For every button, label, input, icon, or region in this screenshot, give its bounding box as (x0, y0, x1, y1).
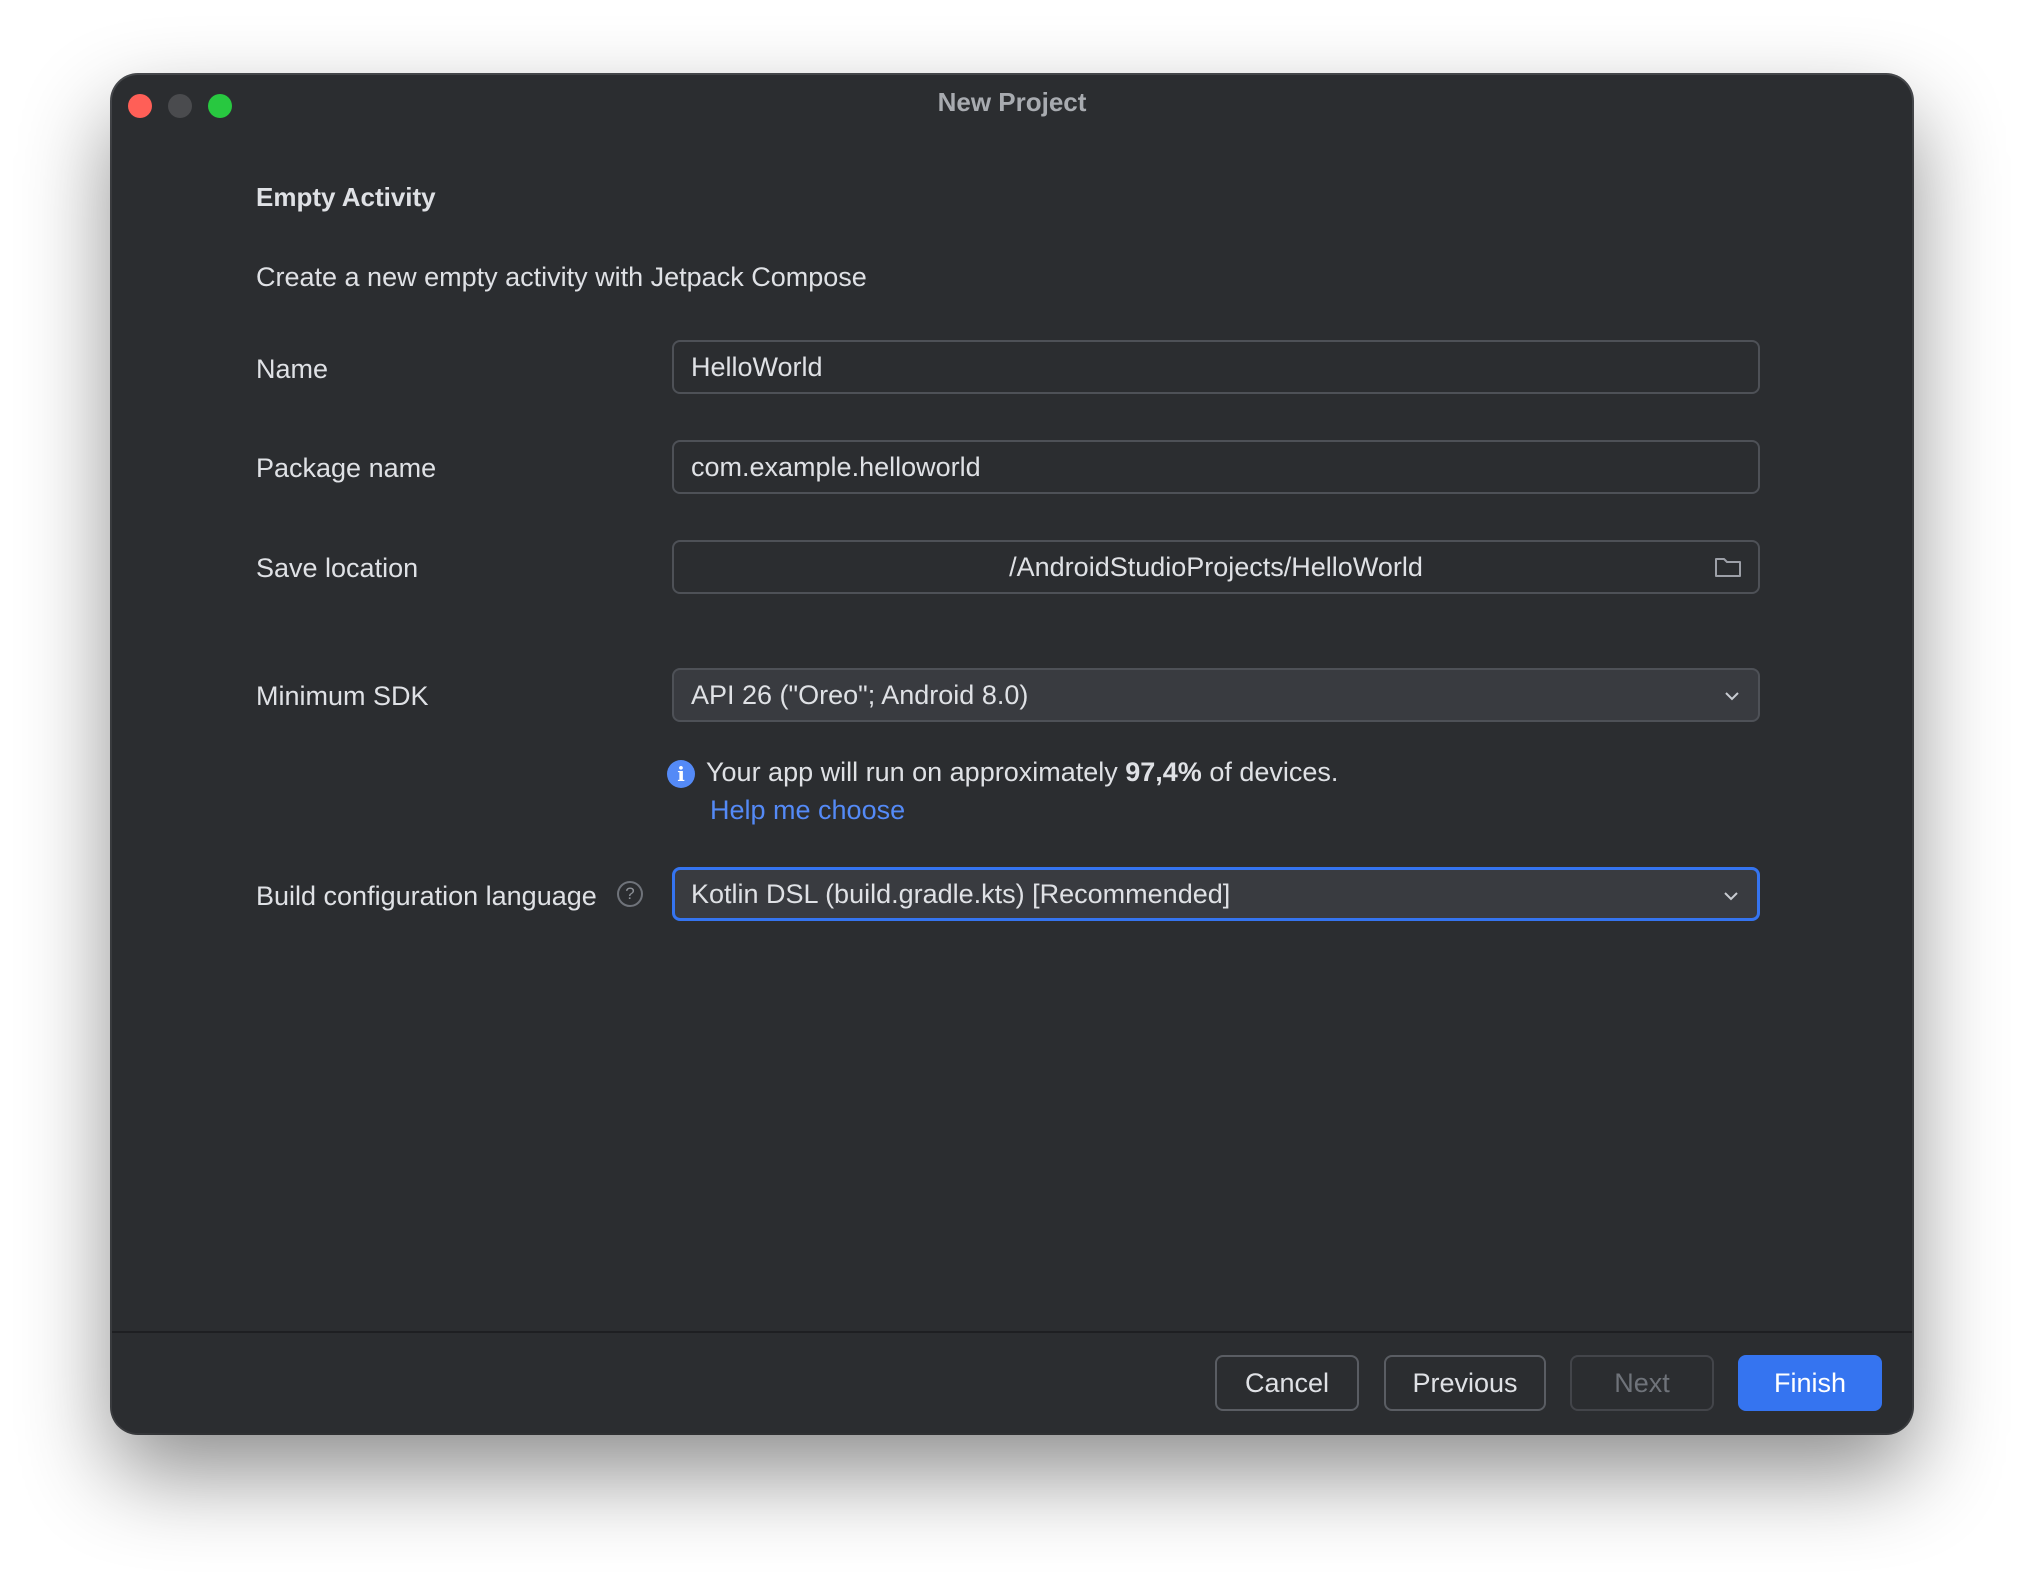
save-location-label: Save location (256, 553, 419, 583)
package-name-field[interactable]: com.example.helloworld (672, 440, 1760, 494)
chevron-down-icon (1725, 692, 1739, 701)
sdk-coverage-percentage: 97,4% (1125, 757, 1202, 787)
folder-icon[interactable] (1714, 556, 1742, 578)
new-project-dialog: New Project Empty Activity Create a new … (112, 75, 1912, 1433)
name-value: HelloWorld (691, 352, 823, 382)
sdk-info-text-before: Your app will run on approximately (706, 757, 1126, 787)
save-location-value: /AndroidStudioProjects/HelloWorld (1009, 552, 1423, 582)
question-circle-icon[interactable]: ? (617, 881, 643, 907)
page-heading: Empty Activity (256, 182, 436, 212)
info-icon: i (667, 760, 695, 788)
previous-button[interactable]: Previous (1384, 1355, 1546, 1411)
name-label: Name (256, 354, 329, 384)
build-config-language-value: Kotlin DSL (build.gradle.kts) [Recommend… (691, 879, 1231, 909)
name-field[interactable]: HelloWorld (672, 340, 1760, 394)
build-config-language-dropdown[interactable]: Kotlin DSL (build.gradle.kts) [Recommend… (672, 867, 1760, 921)
cancel-button[interactable]: Cancel (1215, 1355, 1359, 1411)
minimum-sdk-dropdown[interactable]: API 26 ("Oreo"; Android 8.0) (672, 668, 1760, 722)
save-location-field[interactable]: /AndroidStudioProjects/HelloWorld (672, 540, 1760, 594)
page-description: Create a new empty activity with Jetpack… (256, 262, 867, 292)
build-config-language-label: Build configuration language (256, 881, 597, 911)
sdk-info-text-after: of devices. (1201, 757, 1339, 787)
minimum-sdk-value: API 26 ("Oreo"; Android 8.0) (691, 680, 1029, 710)
package-name-label: Package name (256, 453, 437, 483)
package-name-value: com.example.helloworld (691, 452, 981, 482)
chevron-down-icon (1724, 892, 1738, 901)
next-button[interactable]: Next (1570, 1355, 1714, 1411)
dialog-content: Empty Activity Create a new empty activi… (112, 75, 1912, 1433)
help-me-choose-link[interactable]: Help me choose (710, 795, 905, 826)
sdk-coverage-info: Your app will run on approximately 97,4%… (706, 757, 1338, 788)
finish-button[interactable]: Finish (1738, 1355, 1882, 1411)
minimum-sdk-label: Minimum SDK (256, 681, 429, 711)
dialog-footer: Cancel Previous Next Finish (112, 1331, 1912, 1433)
